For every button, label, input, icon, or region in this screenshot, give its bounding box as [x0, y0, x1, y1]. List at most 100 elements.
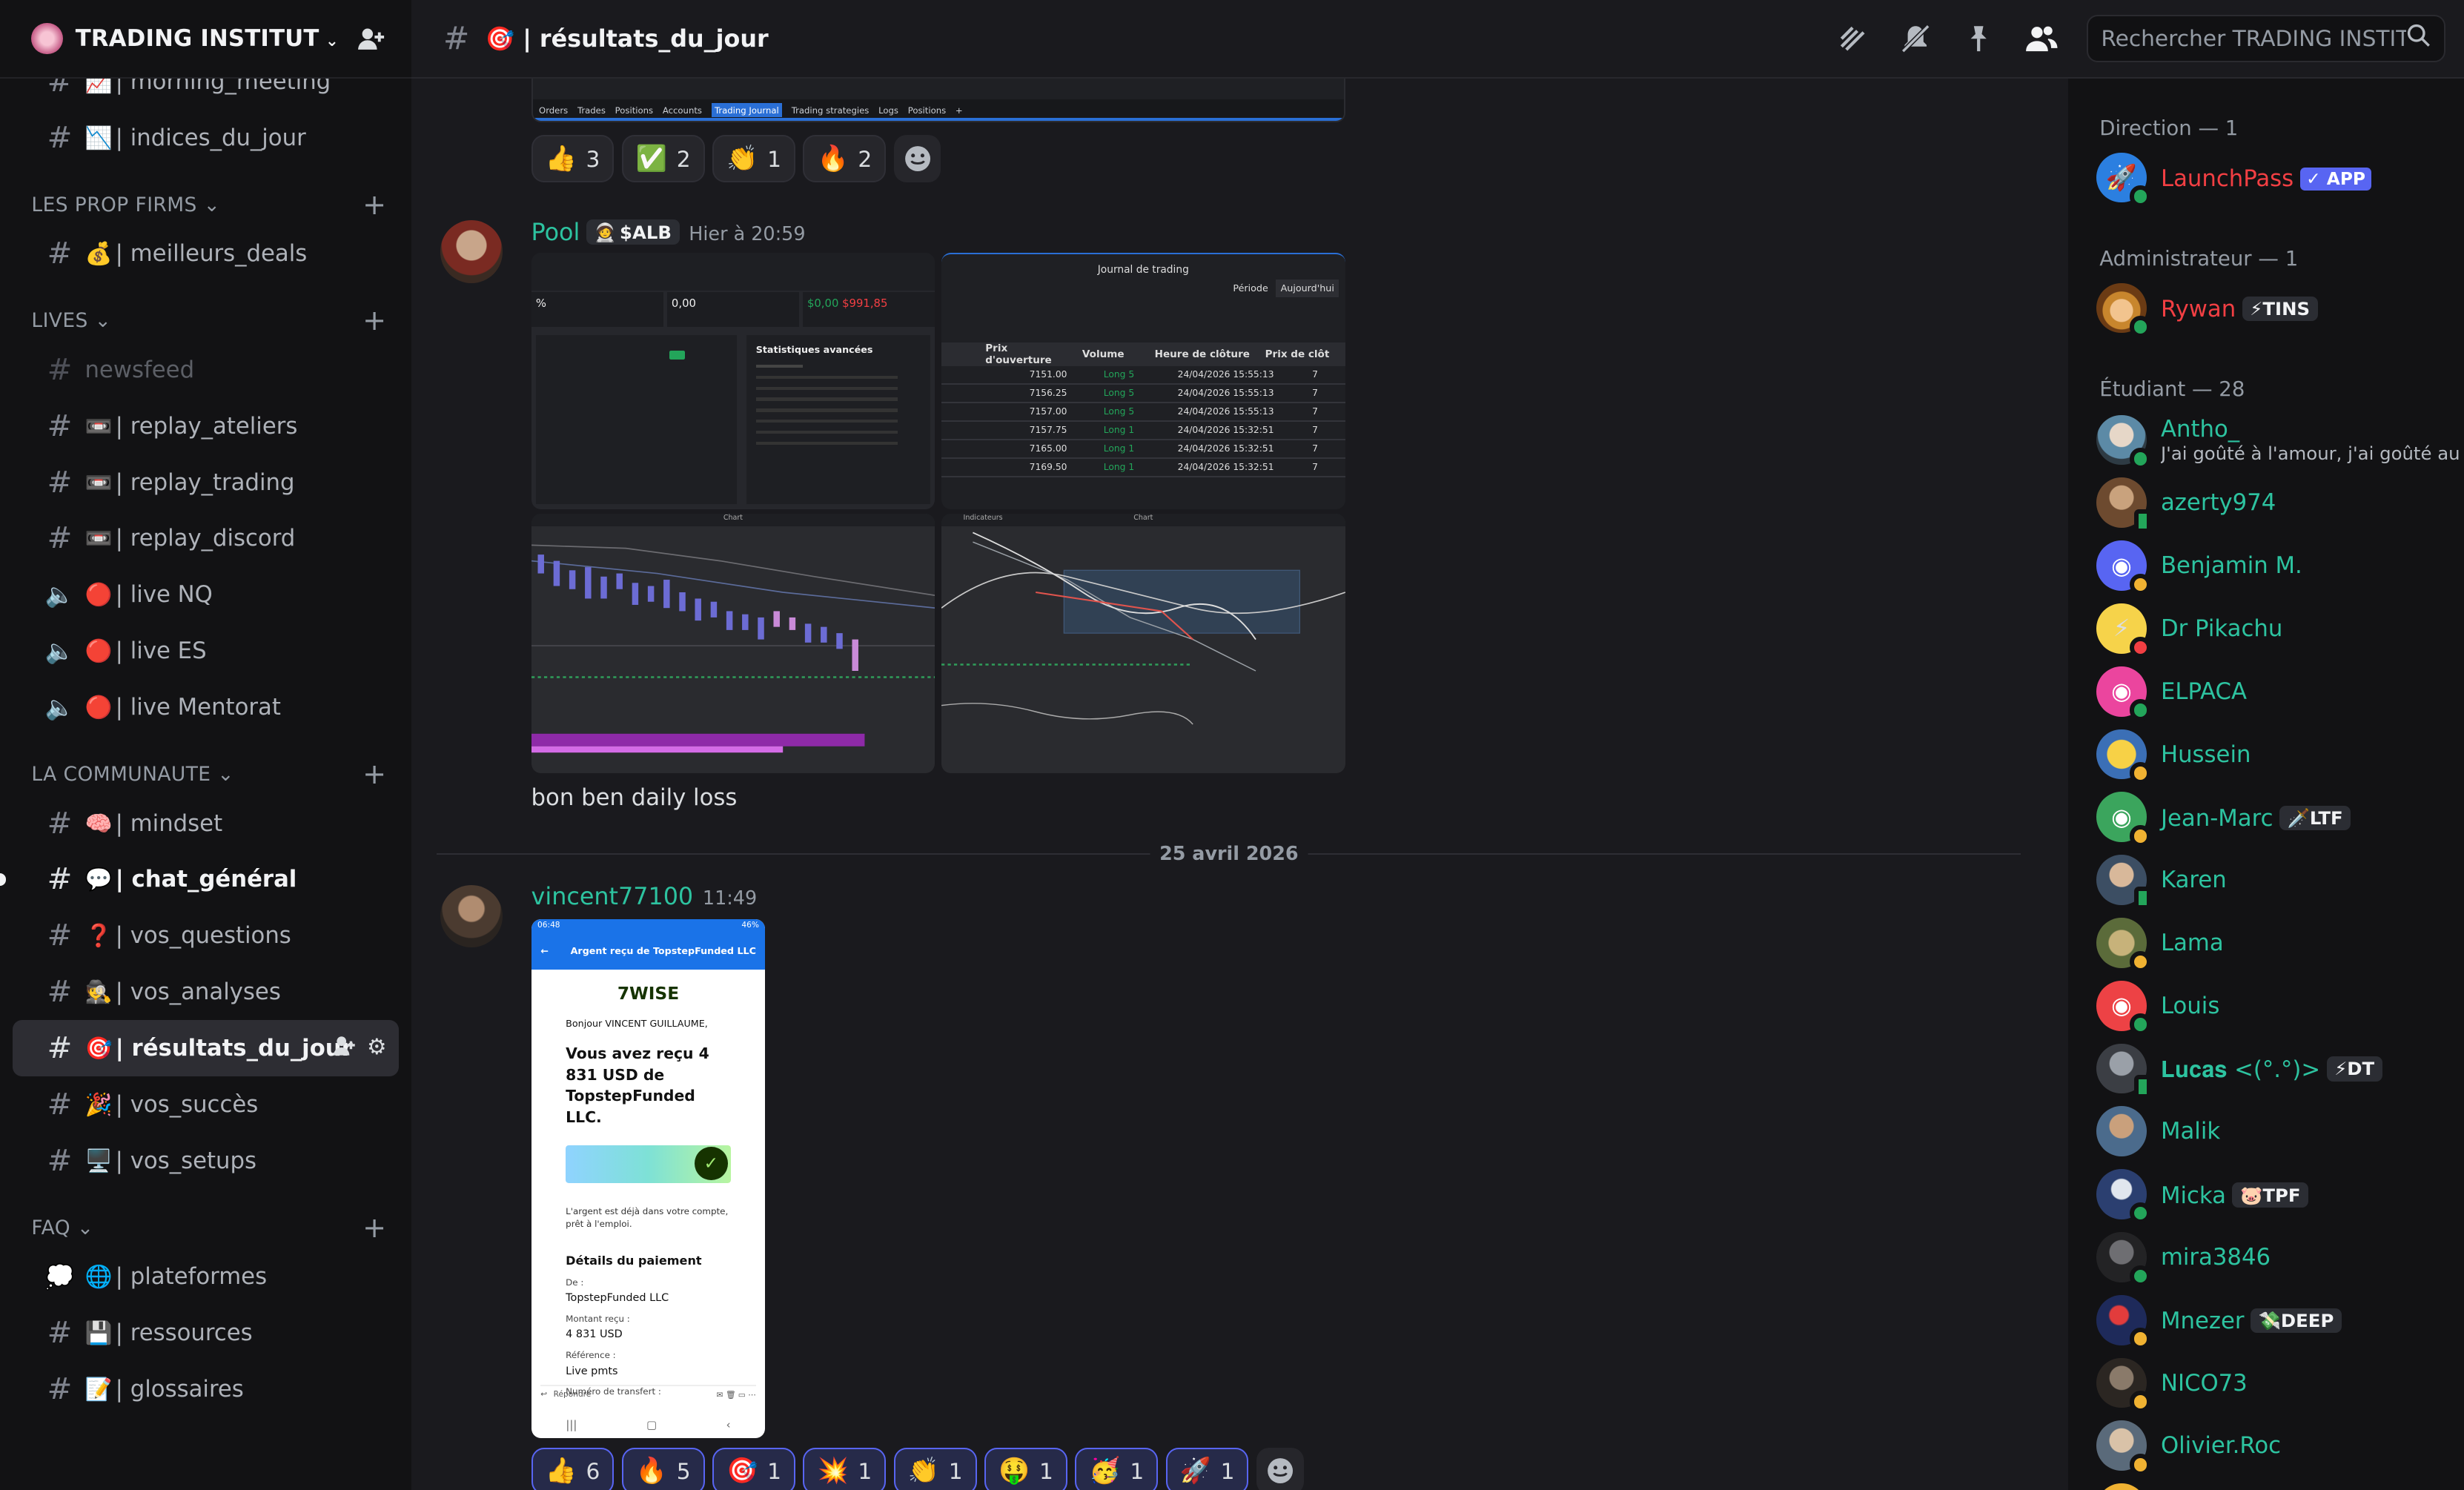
member-item[interactable]: ◉ Louis [2096, 974, 2451, 1037]
invite-people-icon[interactable] [352, 20, 390, 58]
message-author[interactable]: Pool 🧑‍🚀 $ALB Hier à 20:59 [531, 219, 806, 246]
member-item[interactable]: Rywan ⚡TINS [2096, 277, 2451, 340]
channel-name: | plateformes [115, 1263, 268, 1291]
notifications-muted-icon[interactable] [1898, 21, 1933, 56]
threads-icon[interactable] [1835, 21, 1870, 56]
channel-glossaires[interactable]: # 📝 | glossaires [13, 1361, 400, 1417]
member-item[interactable]: azerty974 [2096, 471, 2451, 534]
member-item-partial[interactable] [2096, 1477, 2451, 1490]
member-item[interactable]: Lama [2096, 912, 2451, 975]
status-online [2129, 316, 2152, 338]
reaction-button[interactable]: 👍 3 [531, 135, 615, 182]
search-input[interactable] [2101, 25, 2406, 52]
channel-plateformes[interactable]: 💭 🌐 | plateformes [13, 1248, 400, 1305]
search-box[interactable] [2087, 15, 2445, 62]
avatar [2096, 1043, 2152, 1099]
chevron-down-icon: ⌄ [94, 309, 112, 333]
member-item[interactable]: Olivier.Roc [2096, 1414, 2451, 1477]
reaction-button[interactable]: 🔥 2 [803, 135, 887, 182]
avatar[interactable] [440, 884, 503, 948]
member-item[interactable]: Mnezer 💸DEEP [2096, 1288, 2451, 1351]
avatar [2096, 1357, 2152, 1413]
channel-meilleurs-deals[interactable]: # 💰 | meilleurs_deals [13, 225, 400, 282]
member-item[interactable]: Hussein [2096, 723, 2451, 786]
image-attachment-chart-1[interactable]: Chart [531, 514, 935, 774]
create-invite-icon[interactable] [332, 1033, 357, 1064]
channel-indices-du-jour[interactable]: # 📉 | indices_du_jour [13, 110, 400, 166]
channel-newsfeed[interactable]: # newsfeed [13, 342, 400, 398]
member-item[interactable]: Karen [2096, 849, 2451, 912]
member-item[interactable]: ◉ ELPACA [2096, 660, 2451, 723]
member-item[interactable]: Malik [2096, 1100, 2451, 1163]
reaction-button[interactable]: ✅ 2 [621, 135, 705, 182]
gear-icon[interactable]: ⚙ [367, 1033, 387, 1064]
reaction-button[interactable]: 👍 6 [531, 1447, 615, 1490]
category-prop-firms[interactable]: LES PROP FIRMS ⌄ + [0, 166, 411, 226]
member-list-icon[interactable] [2024, 21, 2059, 56]
reaction-button[interactable]: 🥳 1 [1075, 1447, 1159, 1490]
channel-vos-analyses[interactable]: # 🕵️ | vos_analyses [13, 964, 400, 1020]
reaction-button[interactable]: 🔥 5 [621, 1447, 705, 1490]
member-item[interactable]: ◉ Jean-Marc 🗡️LTF [2096, 786, 2451, 849]
member-item[interactable]: mira3846 [2096, 1226, 2451, 1289]
journal-rows: 7151.00 Long 5 24/04/2026 15:55:13 7 7156.2… [941, 366, 1345, 477]
pin-icon[interactable] [1961, 21, 1996, 56]
reaction-button[interactable]: 🤑 1 [984, 1447, 1067, 1490]
smiley-icon [1267, 1458, 1293, 1484]
channel-ressources[interactable]: # 💾 | ressources [13, 1305, 400, 1361]
hash-icon: # [47, 120, 73, 155]
channel-vos-setups[interactable]: # 🖥️ | vos_setups [13, 1133, 400, 1189]
member-item[interactable]: ⚡ Dr Pikachu [2096, 597, 2451, 660]
thread-hash-icon: # [47, 975, 73, 1010]
add-channel-icon[interactable]: + [362, 306, 386, 334]
channel-name: | live Mentorat [115, 694, 281, 721]
image-attachment-chart-2[interactable]: Indicateurs Chart [941, 514, 1345, 774]
avatar[interactable] [440, 219, 503, 283]
image-attachment-journal[interactable]: Journal de trading Période Aujourd'hui P… [941, 253, 1345, 509]
channel-live-nq[interactable]: 🔈 🔴 | live NQ [13, 566, 400, 623]
channel-live-es[interactable]: 🔈 🔴 | live ES [13, 623, 400, 679]
member-item[interactable]: ◉ Benjamin M. [2096, 534, 2451, 597]
avatar [2096, 1294, 2152, 1351]
channel-resultats-du-jour[interactable]: # 🎯 | résultats_du_jour ⚙ [12, 1020, 400, 1077]
member-item[interactable]: 𝐋𝐮𝐜𝐚𝐬 <(°.°)> ⚡DT [2096, 1037, 2451, 1100]
avatar [2096, 1232, 2152, 1288]
add-reaction-button[interactable] [1256, 1447, 1304, 1490]
image-attachment[interactable]: Orders Trades Positions Accounts Trading… [531, 78, 1345, 123]
member-item[interactable]: 🚀 LaunchPass ✓ APP [2096, 146, 2451, 209]
avatar [2096, 1169, 2152, 1225]
add-channel-icon[interactable]: + [362, 191, 386, 219]
image-attachment-email[interactable]: 06:48 46% ← Argent reçu de TopstepFunded … [531, 919, 766, 1438]
channel-vos-questions[interactable]: # ❓ | vos_questions [13, 907, 400, 964]
channel-replay-ateliers[interactable]: # 📼 | replay_ateliers [13, 398, 400, 454]
member-item[interactable]: Micka 🐷TPF [2096, 1163, 2451, 1226]
channel-vos-succes[interactable]: # 🎉 | vos_succès [13, 1076, 400, 1133]
reaction-button[interactable]: 👏 1 [712, 135, 795, 182]
image-attachment-stats[interactable]: % 0,00 $0,00 $991,85 Statistiques avancé… [531, 253, 935, 509]
add-reaction-button[interactable] [893, 135, 941, 182]
server-header[interactable]: TRADING INSTITUT ⌄ [0, 0, 412, 79]
reaction-button[interactable]: 👏 1 [893, 1447, 977, 1490]
member-item[interactable]: Antho_ J'ai goûté à l'amour, j'ai goûté a… [2096, 408, 2464, 471]
category-lives[interactable]: LIVES ⌄ + [0, 282, 411, 342]
app-badge: ✓ APP [2299, 167, 2372, 191]
channel-chat-general[interactable]: # 💬 | chat_général [0, 852, 400, 908]
add-channel-icon[interactable]: + [362, 760, 386, 788]
message-author[interactable]: vincent77100 11:49 [531, 883, 758, 910]
channel-name: | mindset [115, 809, 223, 837]
member-group-title: Étudiant — 28 [2099, 377, 2245, 401]
add-channel-icon[interactable]: + [362, 1213, 386, 1242]
reaction-button[interactable]: 💥 1 [803, 1447, 887, 1490]
member-item[interactable]: NICO73 [2096, 1351, 2451, 1414]
reaction-button[interactable]: 🚀 1 [1165, 1447, 1249, 1490]
channel-title: 🎯 | résultats_du_jour [485, 24, 769, 53]
status-idle [2129, 573, 2152, 596]
server-name: TRADING INSTITUT ⌄ [75, 24, 339, 52]
channel-live-mentorat[interactable]: 🔈 🔴 | live Mentorat [13, 679, 400, 735]
channel-replay-trading[interactable]: # 📼 | replay_trading [13, 454, 400, 511]
channel-mindset[interactable]: # 🧠 | mindset [13, 795, 400, 852]
channel-replay-discord[interactable]: # 📼 | replay_discord [13, 511, 400, 567]
category-la-communaute[interactable]: LA COMMUNAUTE ⌄ + [0, 735, 411, 795]
reaction-button[interactable]: 🎯 1 [712, 1447, 795, 1490]
category-faq[interactable]: FAQ ⌄ + [0, 1189, 411, 1249]
